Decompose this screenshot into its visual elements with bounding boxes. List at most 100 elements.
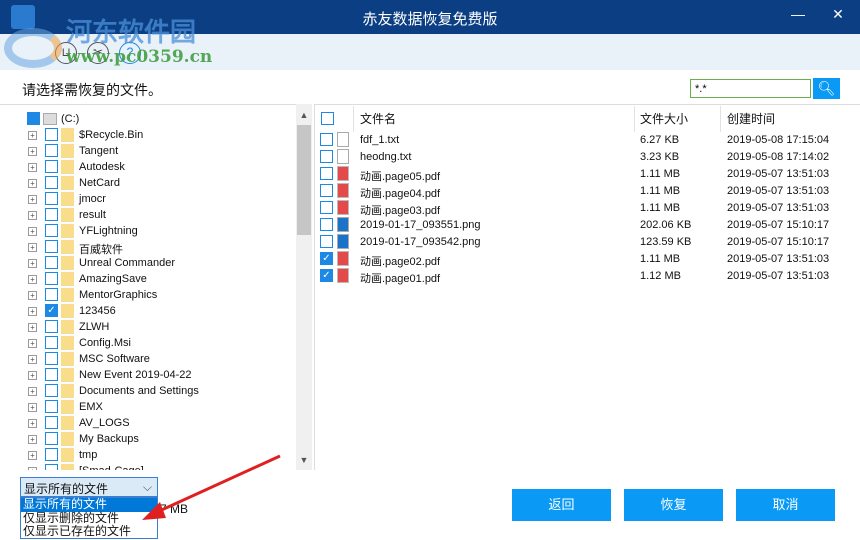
folder-icon <box>61 432 74 446</box>
expand-icon[interactable]: + <box>28 451 37 460</box>
file-checkbox[interactable] <box>320 201 333 214</box>
tree-item-checkbox[interactable] <box>45 176 58 189</box>
search-input[interactable] <box>690 79 811 98</box>
file-checkbox[interactable]: ✓ <box>320 252 333 265</box>
tree-item[interactable]: + Documents and Settings <box>0 383 296 399</box>
file-checkbox[interactable] <box>320 218 333 231</box>
expand-icon[interactable]: + <box>28 243 37 252</box>
expand-icon[interactable]: + <box>28 163 37 172</box>
expand-icon[interactable]: + <box>28 339 37 348</box>
tree-item[interactable]: + ZLWH <box>0 319 296 335</box>
tree-item[interactable]: + EMX <box>0 399 296 415</box>
header-size[interactable]: 文件大小 <box>640 110 688 127</box>
root-checkbox[interactable] <box>27 112 40 125</box>
expand-icon[interactable]: + <box>28 291 37 300</box>
tree-item[interactable]: + $Recycle.Bin <box>0 127 296 143</box>
expand-icon[interactable]: + <box>28 371 37 380</box>
back-button[interactable]: 返回 <box>512 489 611 521</box>
file-row[interactable]: 动画.page05.pdf 1.11 MB 2019-05-07 13:51:0… <box>314 166 860 183</box>
tree-item[interactable]: + Autodesk <box>0 159 296 175</box>
tree-item-checkbox[interactable] <box>45 256 58 269</box>
tree-item[interactable]: + Unreal Commander <box>0 255 296 271</box>
file-checkbox[interactable] <box>320 184 333 197</box>
tree-item-checkbox[interactable] <box>45 464 58 470</box>
expand-icon[interactable]: + <box>28 307 37 316</box>
expand-icon[interactable]: + <box>28 403 37 412</box>
expand-icon[interactable]: + <box>28 435 37 444</box>
tree-item-checkbox[interactable] <box>45 320 58 333</box>
tree-item-checkbox[interactable] <box>45 240 58 253</box>
header-name[interactable]: 文件名 <box>360 110 396 127</box>
tree-item-checkbox[interactable] <box>45 288 58 301</box>
tree-item-checkbox[interactable] <box>45 128 58 141</box>
close-button[interactable]: ✕ <box>826 6 850 23</box>
search-button[interactable]: 🔍︎ <box>813 78 840 99</box>
tree-item-checkbox[interactable] <box>45 416 58 429</box>
file-checkbox[interactable]: ✓ <box>320 269 333 282</box>
file-row[interactable]: fdf_1.txt 6.27 KB 2019-05-08 17:15:04 <box>314 132 860 149</box>
expand-icon[interactable]: + <box>28 147 37 156</box>
tree-item-checkbox[interactable] <box>45 336 58 349</box>
tree-item-checkbox[interactable] <box>45 432 58 445</box>
recover-button[interactable]: 恢复 <box>624 489 723 521</box>
expand-icon[interactable]: + <box>28 419 37 428</box>
tree-item[interactable]: + MentorGraphics <box>0 287 296 303</box>
file-checkbox[interactable] <box>320 235 333 248</box>
tree-item[interactable]: + Tangent <box>0 143 296 159</box>
expand-icon[interactable]: + <box>28 259 37 268</box>
tree-item-checkbox[interactable] <box>45 400 58 413</box>
header-time[interactable]: 创建时间 <box>727 110 775 127</box>
tree-item-checkbox[interactable] <box>45 208 58 221</box>
file-row[interactable]: heodng.txt 3.23 KB 2019-05-08 17:14:02 <box>314 149 860 166</box>
expand-icon[interactable]: + <box>28 179 37 188</box>
tree-item[interactable]: + AV_LOGS <box>0 415 296 431</box>
tree-item[interactable]: + jmocr <box>0 191 296 207</box>
tree-item[interactable]: + result <box>0 207 296 223</box>
tree-item[interactable]: + ✓ 123456 <box>0 303 296 319</box>
expand-icon[interactable]: + <box>28 275 37 284</box>
tree-item[interactable]: + New Event 2019-04-22 <box>0 367 296 383</box>
file-row[interactable]: 动画.page04.pdf 1.11 MB 2019-05-07 13:51:0… <box>314 183 860 200</box>
tree-item[interactable]: + AmazingSave <box>0 271 296 287</box>
file-row[interactable]: ✓ 动画.page01.pdf 1.12 MB 2019-05-07 13:51… <box>314 268 860 285</box>
tree-item[interactable]: + MSC Software <box>0 351 296 367</box>
tree-item[interactable]: + Config.Msi <box>0 335 296 351</box>
tree-item-checkbox[interactable] <box>45 160 58 173</box>
select-all-checkbox[interactable] <box>321 112 334 125</box>
file-checkbox[interactable] <box>320 133 333 146</box>
tree-item-checkbox[interactable] <box>45 144 58 157</box>
file-row[interactable]: ✓ 动画.page02.pdf 1.11 MB 2019-05-07 13:51… <box>314 251 860 268</box>
file-row[interactable]: 2019-01-17_093542.png 123.59 KB 2019-05-… <box>314 234 860 251</box>
tree-item-checkbox[interactable] <box>45 448 58 461</box>
file-row[interactable]: 2019-01-17_093551.png 202.06 KB 2019-05-… <box>314 217 860 234</box>
expand-icon[interactable]: + <box>28 227 37 236</box>
tree-item[interactable]: + YFLightning <box>0 223 296 239</box>
tree-item[interactable]: + NetCard <box>0 175 296 191</box>
tree-item-checkbox[interactable]: ✓ <box>45 304 58 317</box>
minimize-button[interactable]: — <box>786 6 810 22</box>
tree-root[interactable]: (C:) <box>0 111 296 127</box>
scroll-down-icon[interactable]: ▼ <box>296 455 312 465</box>
tree-item-checkbox[interactable] <box>45 368 58 381</box>
tree-item[interactable]: + 百威软件 <box>0 239 296 256</box>
expand-icon[interactable]: + <box>28 195 37 204</box>
tree-item-checkbox[interactable] <box>45 272 58 285</box>
tree-item-checkbox[interactable] <box>45 192 58 205</box>
tree-item-checkbox[interactable] <box>45 384 58 397</box>
expand-icon[interactable]: + <box>28 387 37 396</box>
expand-icon[interactable]: + <box>28 131 37 140</box>
tree-item-checkbox[interactable] <box>45 224 58 237</box>
tree-scroll-thumb[interactable] <box>297 125 311 235</box>
cancel-button[interactable]: 取消 <box>736 489 835 521</box>
scroll-up-icon[interactable]: ▲ <box>296 110 312 120</box>
file-row[interactable]: 动画.page03.pdf 1.11 MB 2019-05-07 13:51:0… <box>314 200 860 217</box>
expand-icon[interactable]: + <box>28 355 37 364</box>
expand-icon[interactable]: + <box>28 211 37 220</box>
expand-icon[interactable]: + <box>28 467 37 470</box>
expand-icon[interactable]: + <box>28 323 37 332</box>
file-checkbox[interactable] <box>320 167 333 180</box>
tree-item-checkbox[interactable] <box>45 352 58 365</box>
file-checkbox[interactable] <box>320 150 333 163</box>
folder-icon <box>61 320 74 334</box>
tree-item[interactable]: + My Backups <box>0 431 296 447</box>
